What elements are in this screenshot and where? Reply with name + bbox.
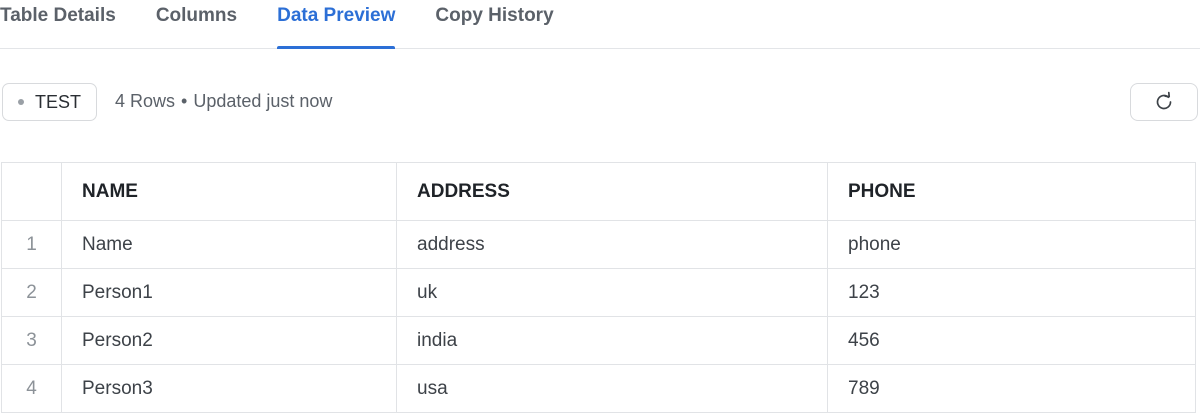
data-preview-table-container: NAME ADDRESS PHONE 1 Name address phone … (1, 162, 1196, 413)
table-cell: usa (396, 364, 828, 413)
column-header-address[interactable]: ADDRESS (396, 162, 828, 221)
status-dot-icon (18, 99, 24, 105)
row-index: 2 (1, 268, 62, 317)
table-cell: Person2 (61, 316, 397, 365)
column-header-phone[interactable]: PHONE (827, 162, 1196, 221)
table-row: 2 Person1 uk 123 (1, 268, 1196, 317)
table-cell: 789 (827, 364, 1196, 413)
preview-toolbar: TEST 4 Rows • Updated just now (0, 83, 1200, 123)
tab-copy-history[interactable]: Copy History (435, 0, 553, 48)
table-cell: india (396, 316, 828, 365)
table-cell: Name (61, 220, 397, 269)
environment-label: TEST (35, 91, 82, 112)
updated-status: Updated just now (193, 91, 333, 111)
table-meta: 4 Rows • Updated just now (115, 91, 332, 112)
table-cell: 123 (827, 268, 1196, 317)
table-cell: 456 (827, 316, 1196, 365)
data-preview-table: NAME ADDRESS PHONE 1 Name address phone … (1, 162, 1196, 413)
table-cell: Person1 (61, 268, 397, 317)
column-header-name[interactable]: NAME (61, 162, 397, 221)
refresh-button[interactable] (1130, 83, 1198, 121)
row-index: 3 (1, 316, 62, 365)
table-cell: phone (827, 220, 1196, 269)
table-cell: address (396, 220, 828, 269)
table-header-row: NAME ADDRESS PHONE (1, 162, 1196, 221)
tab-bar: Table Details Columns Data Preview Copy … (0, 0, 1200, 49)
tab-columns[interactable]: Columns (156, 0, 237, 48)
refresh-icon (1156, 91, 1172, 110)
row-index: 1 (1, 220, 62, 269)
tab-data-preview[interactable]: Data Preview (277, 0, 396, 49)
row-index: 4 (1, 364, 62, 413)
index-column-header (1, 162, 62, 221)
environment-chip[interactable]: TEST (2, 83, 98, 121)
tab-table-details[interactable]: Table Details (0, 0, 116, 48)
table-cell: Person3 (61, 364, 397, 413)
row-count: 4 Rows (115, 91, 176, 111)
meta-separator: • (181, 91, 188, 111)
table-row: 3 Person2 india 456 (1, 316, 1196, 365)
table-cell: uk (396, 268, 828, 317)
table-row: 4 Person3 usa 789 (1, 364, 1196, 413)
table-row: 1 Name address phone (1, 220, 1196, 269)
